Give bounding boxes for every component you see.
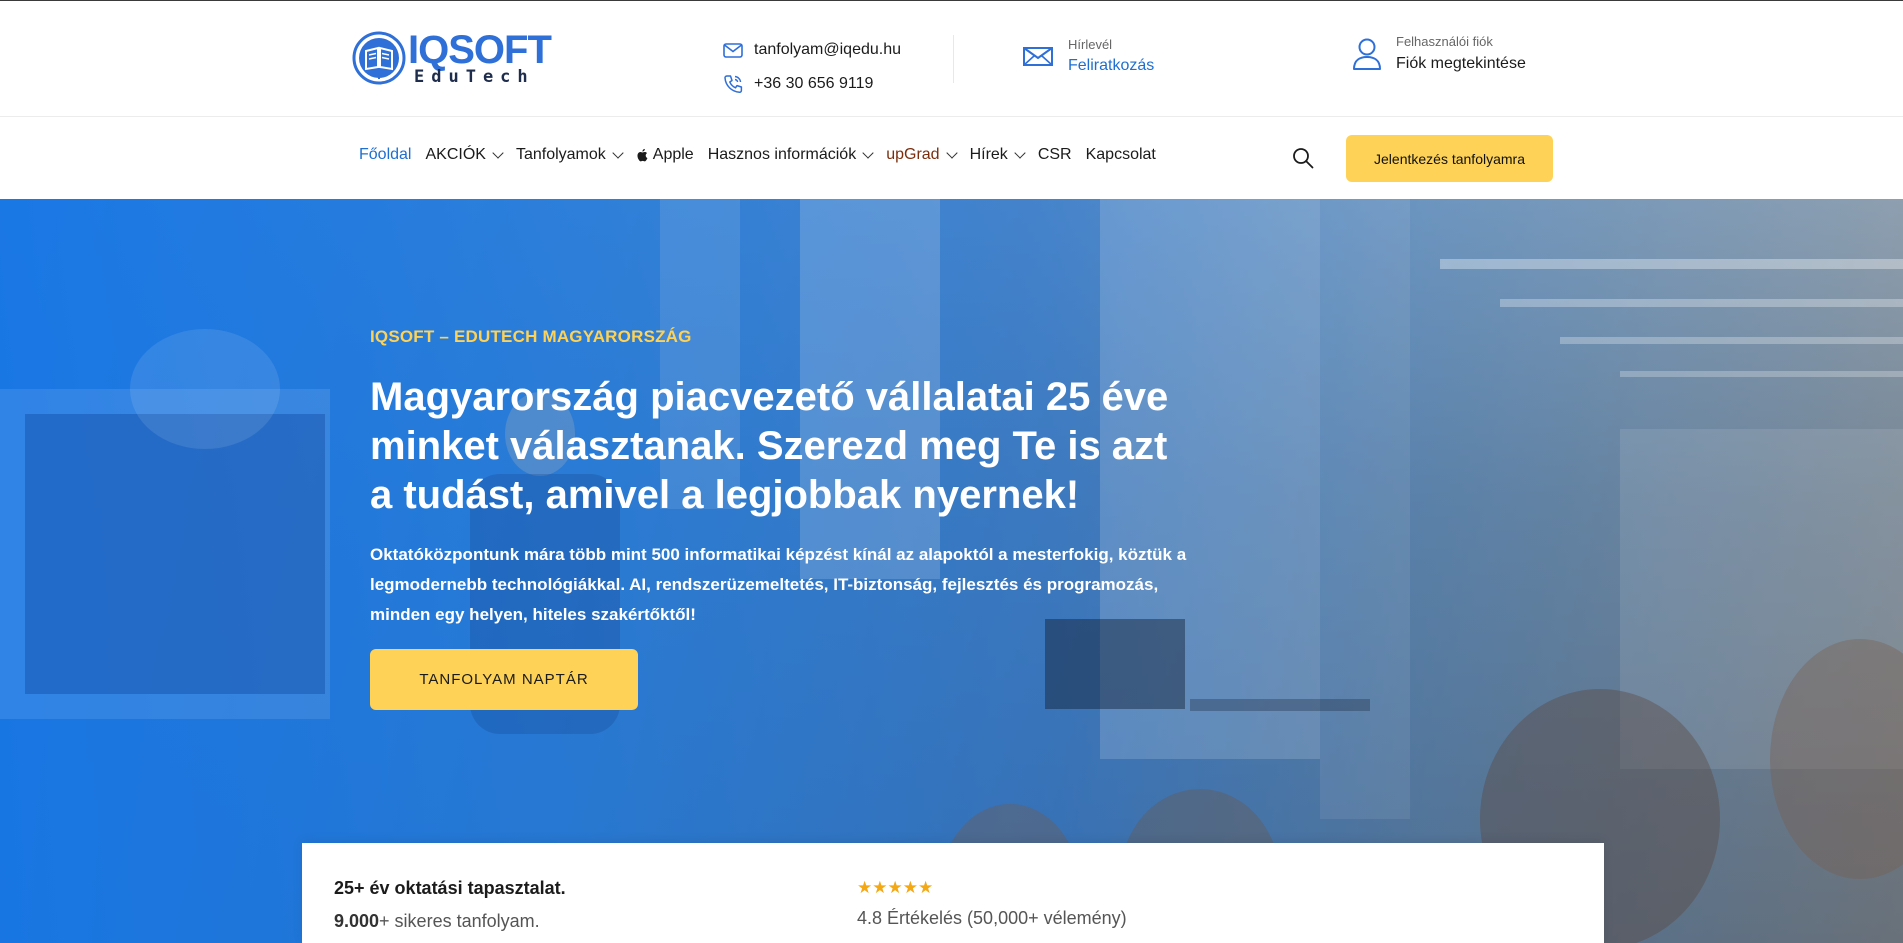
chevron-down-icon xyxy=(492,146,504,159)
contact-info: tanfolyam@iqedu.hu +36 30 656 9119 xyxy=(722,33,901,101)
courses-stat: 9.000+ sikeres tanfolyam. xyxy=(334,911,566,932)
email-address: tanfolyam@iqedu.hu xyxy=(754,41,901,58)
chevron-down-icon xyxy=(945,146,958,159)
chevron-down-icon xyxy=(1014,146,1026,159)
logo-subtitle: EduTech xyxy=(414,67,535,87)
nav-item-contact[interactable]: Kapcsolat xyxy=(1086,146,1156,164)
nav-item-label: Tanfolyamok xyxy=(515,146,606,163)
course-calendar-button[interactable]: TANFOLYAM NAPTÁR xyxy=(370,649,638,710)
nav-item-home[interactable]: Főoldal xyxy=(359,146,411,164)
rating-stars-icon: ★★★★★ xyxy=(857,878,934,897)
chevron-down-icon xyxy=(862,146,874,159)
nav-item-label: AKCIÓK xyxy=(425,146,486,163)
main-navigation: Főoldal AKCIÓK Tanfolyamok Apple Hasznos… xyxy=(0,117,1903,199)
user-icon xyxy=(1353,38,1381,70)
newsletter-label: Hírlevél xyxy=(1068,37,1113,52)
phone-contact[interactable]: +36 30 656 9119 xyxy=(722,67,901,101)
account-block[interactable]: Felhasználói fiók Fiók megtekintése xyxy=(1352,34,1526,73)
nav-menu: Főoldal AKCIÓK Tanfolyamok Apple Hasznos… xyxy=(359,146,1170,164)
nav-item-useful-info[interactable]: Hasznos információk xyxy=(707,146,874,164)
header-divider xyxy=(953,35,954,83)
nav-item-label: Hasznos információk xyxy=(707,146,857,163)
chevron-down-icon xyxy=(612,146,624,159)
phone-icon xyxy=(724,75,743,93)
search-icon[interactable] xyxy=(1292,147,1314,169)
nav-item-courses[interactable]: Tanfolyamok xyxy=(515,146,624,164)
brand-logo[interactable]: IQSOFT EduTech xyxy=(352,29,552,89)
logo-name: IQSOFT xyxy=(408,28,552,72)
hero-section: IQSOFT – EDUTECH MAGYARORSZÁG Magyarorsz… xyxy=(0,199,1903,943)
courses-suffix: + sikeres tanfolyam. xyxy=(379,911,540,931)
nav-item-deals[interactable]: AKCIÓK xyxy=(425,146,504,164)
apply-course-button[interactable]: Jelentkezés tanfolyamra xyxy=(1346,135,1553,182)
nav-item-label: CSR xyxy=(1037,146,1072,163)
nav-item-news[interactable]: Hírek xyxy=(969,146,1026,164)
nav-item-upgrad[interactable]: upGrad xyxy=(886,146,958,164)
rating-text: 4.8 Értékelés (50,000+ vélemény) xyxy=(857,908,1127,928)
stats-card: 25+ év oktatási tapasztalat. 9.000+ sike… xyxy=(302,843,1604,943)
phone-number: +36 30 656 9119 xyxy=(754,75,874,92)
envelope-icon xyxy=(1023,47,1053,66)
apple-logo-icon xyxy=(637,148,648,162)
logo-icon xyxy=(352,31,406,85)
rating-stat: ★★★★★ 4.8 Értékelés (50,000+ vélemény) xyxy=(857,878,1127,929)
newsletter-subscribe-link[interactable]: Feliratkozás xyxy=(1068,57,1154,75)
experience-text: 25+ év oktatási tapasztalat. xyxy=(334,878,566,898)
experience-stat: 25+ év oktatási tapasztalat. 9.000+ sike… xyxy=(334,878,566,932)
email-contact[interactable]: tanfolyam@iqedu.hu xyxy=(722,33,901,67)
mail-icon xyxy=(723,43,743,58)
top-header: IQSOFT EduTech tanfolyam@iqedu.hu +36 30… xyxy=(0,0,1903,117)
account-label: Felhasználói fiók xyxy=(1396,34,1493,49)
hero-description: Oktatóközpontunk mára több mint 500 info… xyxy=(370,545,1187,624)
courses-count: 9.000 xyxy=(334,911,380,931)
nav-item-label: upGrad xyxy=(886,146,940,163)
newsletter-block[interactable]: Hírlevél Feliratkozás xyxy=(1022,37,1154,75)
nav-item-label: Kapcsolat xyxy=(1085,146,1156,163)
nav-item-apple[interactable]: Apple xyxy=(636,146,694,164)
hero-title: Magyarország piacvezető vállalatai 25 év… xyxy=(370,375,1169,517)
account-view-link[interactable]: Fiók megtekintése xyxy=(1396,55,1526,73)
nav-item-csr[interactable]: CSR xyxy=(1038,146,1072,164)
nav-item-label: Főoldal xyxy=(359,146,412,163)
hero-kicker: IQSOFT – EDUTECH MAGYARORSZÁG xyxy=(370,327,692,346)
nav-item-label: Hírek xyxy=(969,146,1008,163)
nav-item-label: Apple xyxy=(652,146,694,163)
